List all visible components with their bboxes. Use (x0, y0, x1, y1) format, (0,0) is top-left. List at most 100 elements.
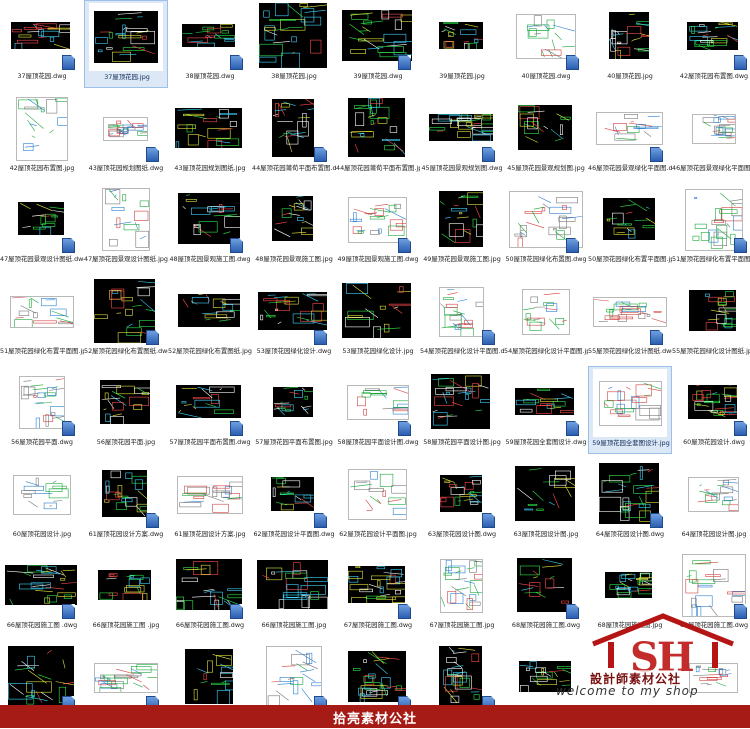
file-name-label: 49屋顶花园景观施工图.dwg (336, 255, 420, 263)
file-name-label: 60屋顶花园设计.jpg (0, 530, 84, 538)
file-name-label: 59屋顶花园全套图设计.dwg (504, 438, 588, 446)
file-thumbnail (592, 94, 666, 162)
file-tile[interactable]: 42屋顶花园布置图.dwg (672, 0, 750, 88)
file-tile[interactable]: 62屋顶花园设计平面图.jpg (336, 458, 420, 546)
dwg-file-icon (230, 604, 243, 619)
file-tile[interactable]: 63屋顶花园设计图.dwg (420, 458, 504, 546)
file-tile[interactable]: 40屋顶花园.dwg (504, 0, 588, 88)
file-thumbnail (256, 551, 330, 619)
file-tile[interactable]: 56屋顶花园平面.dwg (0, 366, 84, 454)
dwg-file-icon (146, 513, 159, 528)
dwg-file-icon (398, 238, 411, 253)
file-tile[interactable]: 55屋顶花园绿化设计图纸.dwg (588, 275, 672, 363)
file-tile[interactable]: 50屋顶花园绿化布置图.dwg (504, 183, 588, 271)
file-tile[interactable]: 37屋顶花园.dwg (0, 0, 84, 88)
file-tile[interactable]: 49屋顶花园景观施工图.dwg (336, 183, 420, 271)
file-tile[interactable]: 64屋顶花园设计图.dwg (588, 458, 672, 546)
file-tile[interactable]: 38屋顶花园.jpg (252, 0, 336, 88)
file-thumbnail (4, 643, 78, 711)
file-tile[interactable]: 46屋顶花园景观绿化平面图.dwg (588, 92, 672, 180)
file-thumbnail (508, 368, 582, 436)
file-tile[interactable]: 38屋顶花园.dwg (168, 0, 252, 88)
file-tile[interactable]: 39屋顶花园.jpg (420, 0, 504, 88)
file-thumbnail (676, 185, 750, 253)
file-tile[interactable]: 59屋顶花园全套图设计.dwg (504, 366, 588, 454)
dwg-file-icon (230, 421, 243, 436)
file-name-label: 61屋顶花园设计方案.dwg (84, 530, 168, 538)
file-name-label: 53屋顶花园绿化设计.dwg (252, 347, 336, 355)
file-name-label: 53屋顶花园绿化设计.jpg (336, 347, 420, 355)
file-tile[interactable]: 52屋顶花园绿化布置图纸.jpg (168, 275, 252, 363)
file-tile[interactable]: 63屋顶花园设计图.jpg (504, 458, 588, 546)
file-tile[interactable]: 49屋顶花园景观施工图.jpg (420, 183, 504, 271)
file-tile[interactable]: 54屋顶花园绿化设计平面图.dwg (420, 275, 504, 363)
file-name-label: 50屋顶花园绿化布置图.dwg (504, 255, 588, 263)
file-name-label: 66屋顶花园施工图 .jpg (84, 621, 168, 629)
file-tile[interactable]: 45屋顶花园景观规划图.jpg (504, 92, 588, 180)
file-tile[interactable]: 53屋顶花园绿化设计.dwg (252, 275, 336, 363)
dwg-file-icon (62, 604, 75, 619)
file-tile[interactable]: 66屋顶花园施工图 .jpg (84, 549, 168, 637)
file-tile[interactable]: 57屋顶花园平面布置图.jpg (252, 366, 336, 454)
file-tile[interactable]: 47屋顶花园景观设计图纸.jpg (84, 183, 168, 271)
footer-banner: 拾亮素材公社 (0, 705, 750, 728)
dwg-file-icon (146, 147, 159, 162)
file-thumbnail (592, 277, 666, 345)
file-tile[interactable]: 37屋顶花园.jpg (84, 0, 168, 88)
file-name-label: 49屋顶花园景观施工图.jpg (420, 255, 504, 263)
file-tile[interactable]: 64屋顶花园设计图.jpg (672, 458, 750, 546)
file-tile[interactable]: 58屋顶花园平面设计图.dwg (336, 366, 420, 454)
file-tile[interactable]: 52屋顶花园绿化布置图纸.dwg (84, 275, 168, 363)
dwg-file-icon (314, 330, 327, 345)
file-tile[interactable]: 44屋顶花园莆荀平面布置图.jpg (336, 92, 420, 180)
file-tile[interactable]: 60屋顶花园设计.dwg (672, 366, 750, 454)
file-tile[interactable]: 44屋顶花园莆荀平面布置图.dwg (252, 92, 336, 180)
file-thumbnail (256, 643, 330, 711)
file-tile[interactable]: 40屋顶花园.jpg (588, 0, 672, 88)
file-tile[interactable]: 67屋顶花园施工图.jpg (420, 549, 504, 637)
file-tile[interactable]: 56屋顶花园平面.jpg (84, 366, 168, 454)
file-thumbnail (593, 369, 667, 437)
file-name-label: 45屋顶花园景观规划图.jpg (504, 164, 588, 172)
file-name-label: 63屋顶花园设计图.dwg (420, 530, 504, 538)
file-tile[interactable]: 51屋顶花园绿化布置平面图.dwg (672, 183, 750, 271)
file-tile[interactable]: 43屋顶花园规划图纸.jpg (168, 92, 252, 180)
file-tile[interactable]: 57屋顶花园平面布置图.dwg (168, 366, 252, 454)
file-tile[interactable]: 42屋顶花园布置图.jpg (0, 92, 84, 180)
file-tile[interactable]: 60屋顶花园设计.jpg (0, 458, 84, 546)
file-tile[interactable]: 61屋顶花园设计方案.dwg (84, 458, 168, 546)
file-tile[interactable]: 46屋顶花园景观绿化平面图.jpg (672, 92, 750, 180)
file-tile[interactable]: 53屋顶花园绿化设计.jpg (336, 275, 420, 363)
file-name-label: 42屋顶花园布置图.jpg (0, 164, 84, 172)
file-tile[interactable]: 51屋顶花园绿化布置平面图.jpg (0, 275, 84, 363)
file-tile[interactable]: 66屋顶花园施工图 .dwg (0, 549, 84, 637)
file-tile[interactable]: 61屋顶花园设计方案.jpg (168, 458, 252, 546)
file-thumbnail (340, 643, 414, 711)
file-thumbnail (676, 368, 750, 436)
file-thumbnail (508, 551, 582, 619)
file-thumbnail (340, 551, 414, 619)
file-tile[interactable]: 66屋顶花园施工图.dwg (168, 549, 252, 637)
file-tile[interactable]: 54屋顶花园绿化设计平面图.jpg (504, 275, 588, 363)
file-thumbnail (424, 551, 498, 619)
file-tile[interactable]: 55屋顶花园绿化设计图纸.jpg (672, 275, 750, 363)
file-thumbnail (256, 94, 330, 162)
file-tile[interactable]: 58屋顶花园平面设计图.jpg (420, 366, 504, 454)
file-tile[interactable]: 43屋顶花园规划图纸.dwg (84, 92, 168, 180)
file-tile[interactable]: 47屋顶花园景观设计图纸.dwg (0, 183, 84, 271)
file-name-label: 45屋顶花园景观规划图.dwg (420, 164, 504, 172)
file-tile[interactable]: 50屋顶花园绿化布置平面图.jpg (588, 183, 672, 271)
file-tile[interactable]: 48屋顶花园景观施工图.jpg (252, 183, 336, 271)
file-thumbnail (256, 368, 330, 436)
file-tile[interactable]: 39屋顶花园.dwg (336, 0, 420, 88)
file-tile[interactable]: 67屋顶花园施工图.dwg (336, 549, 420, 637)
file-tile[interactable]: 59屋顶花园全套图设计.jpg (588, 366, 672, 454)
file-tile[interactable]: 45屋顶花园景观规划图.dwg (420, 92, 504, 180)
file-name-label: 43屋顶花园规划图纸.dwg (84, 164, 168, 172)
file-thumbnail (340, 277, 414, 345)
file-tile[interactable]: 48屋顶花园景观施工图.dwg (168, 183, 252, 271)
file-thumbnail (508, 277, 582, 345)
file-tile[interactable]: 66屋顶花园施工图.jpg (252, 549, 336, 637)
file-tile[interactable]: 62屋顶花园设计平面图.dwg (252, 458, 336, 546)
file-thumbnail (424, 643, 498, 711)
